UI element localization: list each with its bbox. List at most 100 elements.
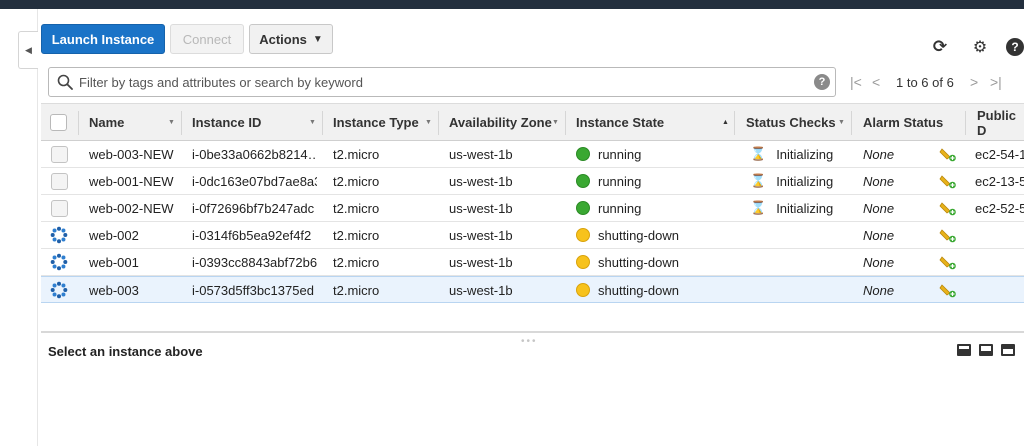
console-top-bar [0,0,1024,9]
table-row[interactable]: web-002-NEW i-0f72696bf7b247adc t2.micro us… [41,195,1024,222]
status-pending-icon [576,228,590,242]
create-alarm-icon[interactable] [939,227,957,243]
collapse-nav-button[interactable]: ◀ [18,31,38,69]
column-header-instance-type[interactable]: Instance Type [333,104,419,141]
loading-spinner-icon [50,226,68,244]
column-header-public-dns[interactable]: Public D [977,104,1024,141]
instance-state-label: shutting-down [598,282,679,298]
search-box: ? [48,67,836,97]
instance-state-label: running [598,173,642,189]
chevron-left-icon: ◀ [25,44,32,55]
left-nav-rail [0,9,38,446]
resize-handle-icon[interactable]: ••• [521,336,538,347]
table-row[interactable]: web-001-NEW i-0dc163e07bd7ae8a3 t2.micro us… [41,168,1024,195]
sort-icon[interactable]: ▼ [425,119,432,126]
cell-instance-id: i-0393cc8843abf72b6 [192,254,317,270]
row-checkbox[interactable] [51,146,68,163]
create-alarm-icon[interactable] [939,254,957,270]
refresh-icon[interactable]: ⟳ [931,37,949,56]
cell-instance-type: t2.micro [333,254,380,270]
cell-instance-state: running [576,195,641,221]
cell-alarm-status: None [863,200,895,216]
table-row[interactable]: web-003 i-0573d5ff3bc1375ed t2.micro us-wes… [41,276,1024,303]
cell-public-dns: ec2-52-5 [975,200,1024,216]
cell-name: web-001-NEW [89,173,174,189]
chevron-down-icon: ▼ [312,33,323,45]
cell-public-dns: ec2-54-1 [975,146,1024,162]
gear-icon[interactable]: ⚙ [971,38,989,56]
cell-name: web-003 [89,282,139,298]
table-row[interactable]: web-002 i-0314f6b5ea92ef4f2 t2.micro us-wes… [41,222,1024,249]
cell-alarm-status: None [863,227,895,243]
cell-name: web-001 [89,254,139,270]
loading-spinner-icon [50,281,68,299]
search-input[interactable] [79,71,799,93]
loading-spinner-icon [50,253,68,271]
column-header-instance-state[interactable]: Instance State [576,104,664,141]
status-checks-label: Initializing [776,200,834,216]
status-pending-icon [576,255,590,269]
status-pending-icon [576,283,590,297]
launch-instance-button[interactable]: Launch Instance [41,24,165,54]
details-pane-title: Select an instance above [48,344,203,359]
hourglass-icon: ⌛ [750,200,767,215]
cell-instance-type: t2.micro [333,200,380,216]
column-header-instance-id[interactable]: Instance ID [192,104,261,141]
status-running-icon [576,174,590,188]
first-page-button[interactable]: |< [850,73,862,91]
instance-state-label: shutting-down [598,227,679,243]
connect-button[interactable]: Connect [170,24,244,54]
cell-availability-zone: us-west-1b [449,254,513,270]
select-all-checkbox[interactable] [50,114,67,131]
sort-icon[interactable]: ▼ [168,119,175,126]
cell-instance-type: t2.micro [333,282,380,298]
cell-instance-id: i-0573d5ff3bc1375ed [192,282,314,298]
layout-split-pane-icon[interactable] [979,344,993,356]
column-header-alarm-status[interactable]: Alarm Status [863,104,943,141]
previous-page-button[interactable]: < [872,73,880,91]
cell-public-dns: ec2-13-5 [975,173,1024,189]
column-header-availability-zone[interactable]: Availability Zone [449,104,552,141]
create-alarm-icon[interactable] [939,146,957,162]
sort-ascending-icon[interactable]: ▲ [722,119,729,126]
cell-availability-zone: us-west-1b [449,200,513,216]
create-alarm-icon[interactable] [939,173,957,189]
table-row[interactable]: web-001 i-0393cc8843abf72b6 t2.micro us-wes… [41,249,1024,276]
row-checkbox[interactable] [51,173,68,190]
last-page-button[interactable]: >| [990,73,1002,91]
sort-icon[interactable]: ▼ [838,119,845,126]
cell-instance-type: t2.micro [333,227,380,243]
instance-state-label: running [598,146,642,162]
cell-name: web-002 [89,227,139,243]
column-header-name[interactable]: Name [89,104,124,141]
actions-dropdown-button[interactable]: Actions ▼ [249,24,333,54]
cell-instance-state: running [576,168,641,194]
cell-alarm-status: None [863,282,895,298]
row-checkbox[interactable] [51,200,68,217]
cell-availability-zone: us-west-1b [449,227,513,243]
hourglass-icon: ⌛ [750,146,767,161]
create-alarm-icon[interactable] [939,282,957,298]
cell-alarm-status: None [863,146,895,162]
sort-icon[interactable]: ▼ [309,119,316,126]
cell-instance-id: i-0f72696bf7b247adc [192,200,315,216]
search-icon [57,74,73,90]
cell-availability-zone: us-west-1b [449,146,513,162]
cell-instance-state: shutting-down [576,222,679,248]
cell-instance-id: i-0be33a0662b8214… [192,146,317,162]
table-header: Name ▼ Instance ID ▼ Instance Type ▼ Ava… [41,103,1024,141]
pane-divider[interactable] [41,331,1024,333]
table-row[interactable]: web-003-NEW i-0be33a0662b8214… t2.micro us-… [41,141,1024,168]
cell-status-checks: ⌛ Initializing [750,195,833,221]
create-alarm-icon[interactable] [939,200,957,216]
sort-icon[interactable]: ▼ [552,119,559,126]
cell-availability-zone: us-west-1b [449,282,513,298]
layout-top-pane-icon[interactable] [1001,344,1015,356]
column-header-status-checks[interactable]: Status Checks [746,104,836,141]
help-icon[interactable]: ? [1006,38,1024,56]
search-help-icon[interactable]: ? [814,74,830,90]
status-checks-label: Initializing [776,173,834,189]
next-page-button[interactable]: > [970,73,978,91]
cell-instance-type: t2.micro [333,146,380,162]
layout-bottom-pane-icon[interactable] [957,344,971,356]
